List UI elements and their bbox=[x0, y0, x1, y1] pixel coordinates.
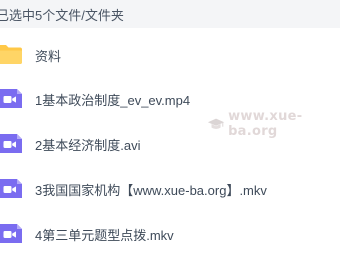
selection-count-text: 已选中5个文件/文件夹 bbox=[0, 8, 124, 23]
file-name: 4第三单元题型点拨.mkv bbox=[35, 228, 174, 243]
watermark: www.xue-ba.org bbox=[207, 109, 340, 139]
graduation-cap-icon bbox=[207, 118, 225, 129]
file-list-item-video[interactable]: 3我国国家机构【www.xue-ba.org】.mkv bbox=[0, 169, 340, 209]
video-file-icon bbox=[0, 224, 22, 243]
video-file-icon bbox=[0, 89, 22, 108]
file-name: 1基本政治制度_ev_ev.mp4 bbox=[35, 93, 191, 108]
file-name: 3我国国家机构【www.xue-ba.org】.mkv bbox=[35, 183, 267, 198]
video-file-icon bbox=[0, 179, 22, 198]
folder-icon bbox=[0, 45, 22, 64]
file-name: 资料 bbox=[35, 49, 62, 64]
file-name: 2基本经济制度.avi bbox=[35, 138, 141, 153]
file-list-item-folder[interactable]: 资料 bbox=[0, 35, 340, 75]
watermark-text: www.xue-ba.org bbox=[228, 109, 303, 139]
video-file-icon bbox=[0, 134, 22, 153]
selection-header: 已选中5个文件/文件夹 bbox=[0, 0, 340, 28]
file-list-item-video[interactable]: 4第三单元题型点拨.mkv bbox=[0, 214, 340, 254]
